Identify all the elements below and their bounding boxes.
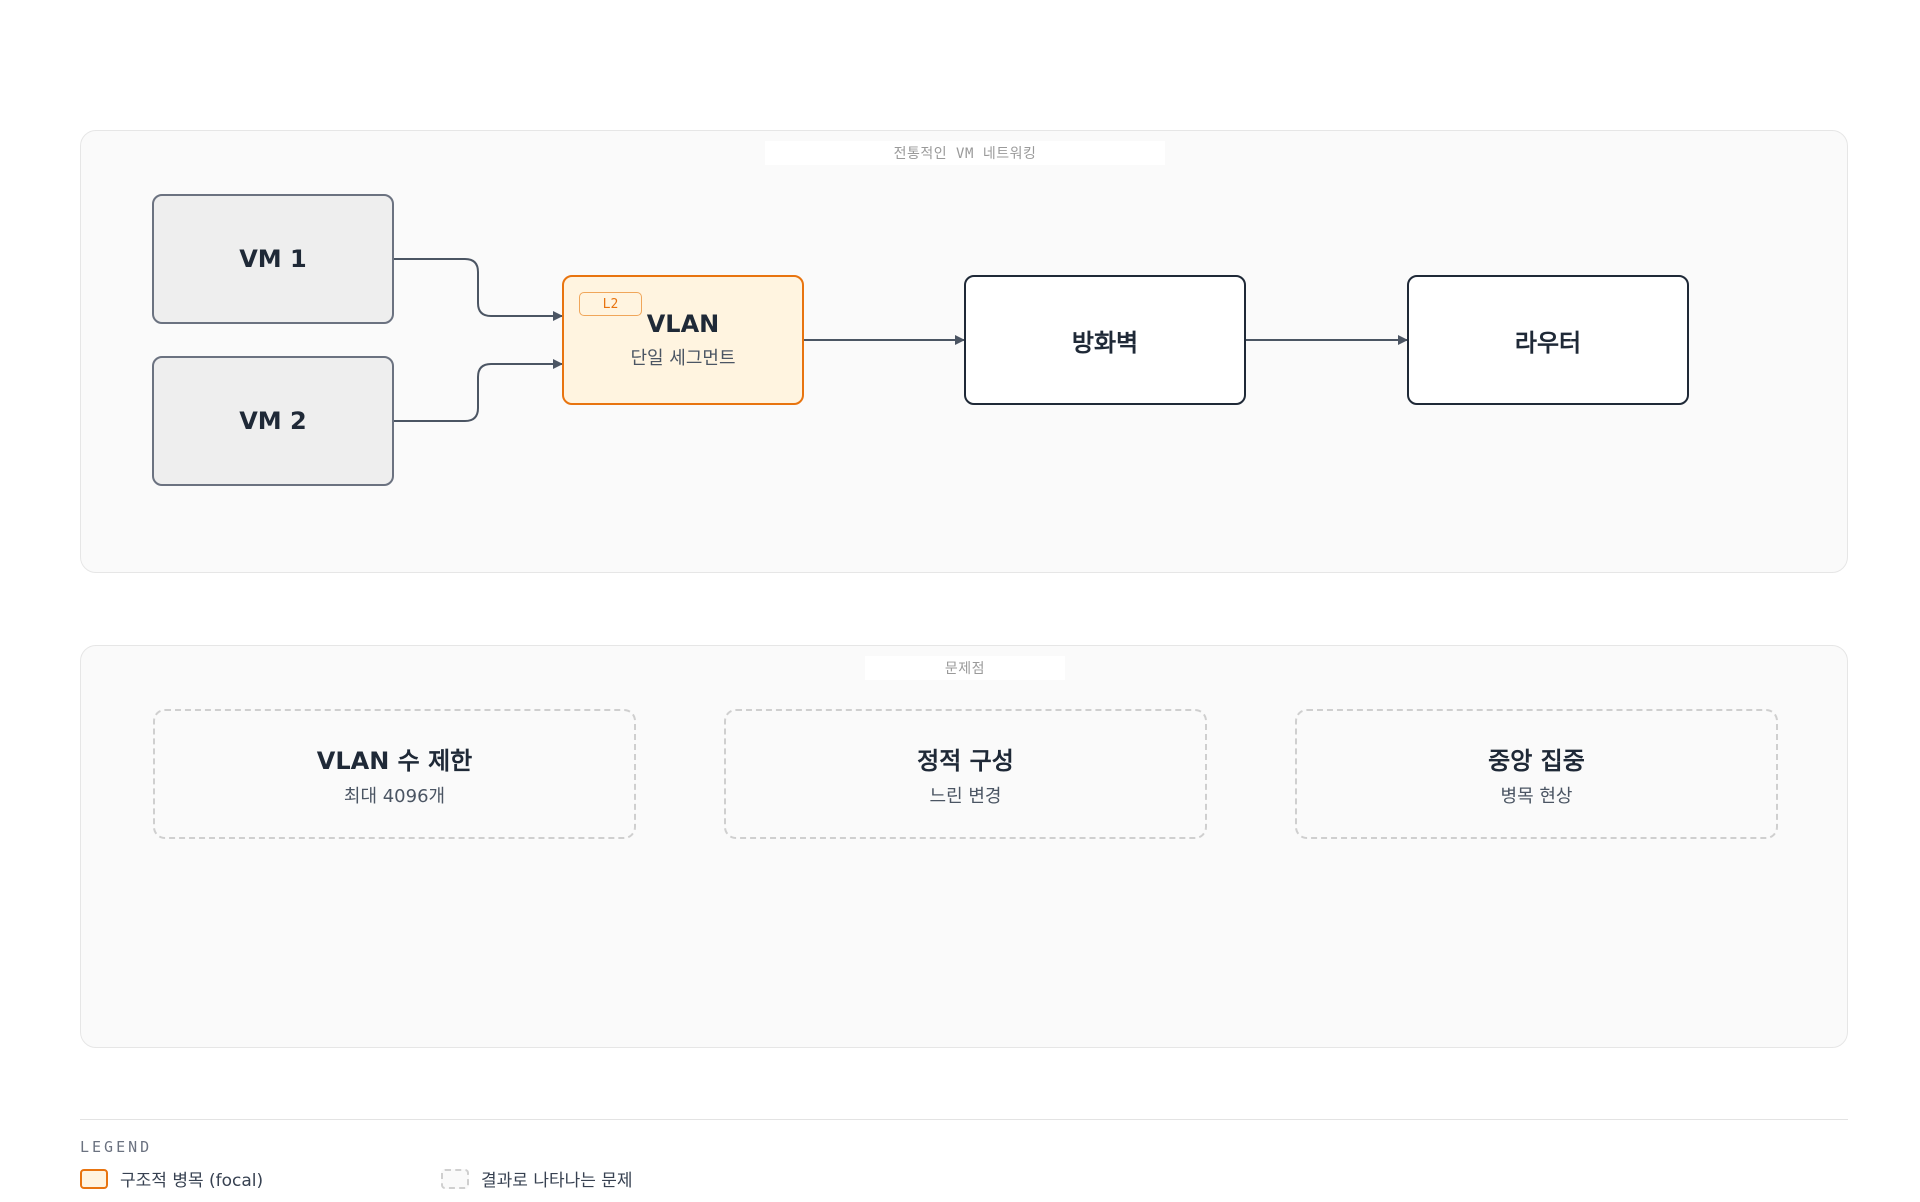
vlan-node: L2 VLAN 단일 세그먼트 [562,275,804,405]
problem-vlan-limit: VLAN 수 제한 최대 4096개 [153,709,636,839]
layer-badge: L2 [579,292,642,316]
problem-static-config: 정적 구성 느린 변경 [724,709,1207,839]
problem-title: 정적 구성 [917,746,1014,775]
node-title: VM 2 [239,407,307,435]
legend-divider [80,1119,1848,1120]
legend-item-focal: 구조적 병목 (focal) [80,1166,263,1191]
node-title: 라우터 [1514,328,1582,357]
legend-title: LEGEND [80,1138,153,1156]
problem-title: VLAN 수 제한 [316,746,473,775]
node-subtitle: 단일 세그먼트 [630,348,736,369]
firewall-node: 방화벽 [964,275,1246,405]
node-title: 방화벽 [1071,328,1139,357]
problem-title: 중앙 집중 [1488,746,1585,775]
legend-item-problem: 결과로 나타나는 문제 [441,1166,633,1191]
vm1-node: VM 1 [152,194,394,324]
node-title: VLAN [646,310,720,338]
legend-swatch-focal [80,1168,108,1189]
router-node: 라우터 [1407,275,1689,405]
problem-subtitle: 최대 4096개 [343,785,446,807]
problem-subtitle: 병목 현상 [1500,785,1573,807]
vm2-node: VM 2 [152,356,394,486]
legend-label: 구조적 병목 (focal) [120,1171,264,1191]
panel-title-problems: 문제점 [865,656,1065,680]
problems-panel: 문제점 VLAN 수 제한 최대 4096개 정적 구성 느린 변경 중앙 집중… [80,645,1848,1048]
problem-centralized: 중앙 집중 병목 현상 [1295,709,1778,839]
panel-title-traditional: 전통적인 VM 네트워킹 [765,141,1165,165]
legend-swatch-problem [441,1168,469,1189]
legend-label: 결과로 나타나는 문제 [481,1171,633,1191]
problem-subtitle: 느린 변경 [929,785,1002,807]
node-title: VM 1 [239,245,307,273]
